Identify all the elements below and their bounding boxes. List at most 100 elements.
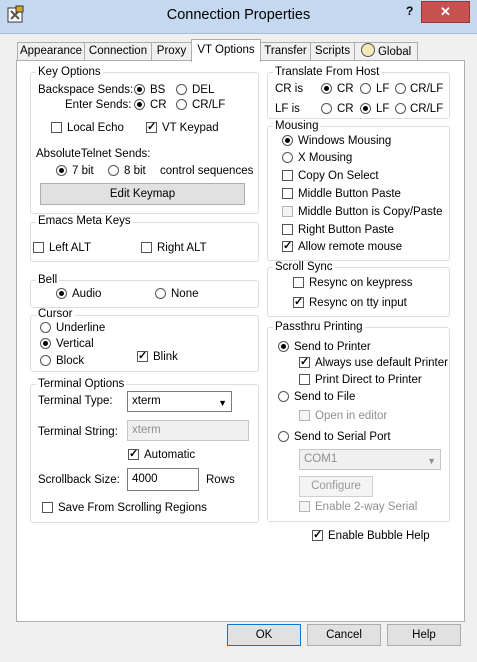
scroll-sync-title: Scroll Sync <box>273 261 335 274</box>
local-echo-label: Local Echo <box>67 122 124 134</box>
cr-is-cr-label: CR <box>337 83 354 95</box>
two-way-serial-checkbox[interactable] <box>299 501 310 512</box>
middle-copy-paste-checkbox[interactable] <box>282 206 293 217</box>
default-printer-checkbox[interactable]: ✓ <box>299 357 310 368</box>
bubble-help-label: Enable Bubble Help <box>328 530 430 542</box>
key-options-title: Key Options <box>36 66 103 79</box>
seven-bit-radio[interactable] <box>56 165 67 176</box>
bell-title: Bell <box>36 274 60 287</box>
x-mousing-radio[interactable] <box>282 152 293 163</box>
send-to-serial-radio[interactable] <box>278 431 289 442</box>
open-in-editor-label: Open in editor <box>315 410 388 422</box>
middle-paste-label: Middle Button Paste <box>298 188 401 200</box>
edit-keymap-button[interactable]: Edit Keymap <box>40 183 245 205</box>
blink-checkbox[interactable]: ✓ <box>137 351 148 362</box>
terminal-options-title: Terminal Options <box>36 378 127 391</box>
tab-vt-options[interactable]: VT Options <box>191 39 261 62</box>
chevron-down-icon: ▼ <box>218 398 227 408</box>
send-to-file-label: Send to File <box>294 391 356 403</box>
cursor-block-radio[interactable] <box>40 355 51 366</box>
lf-is-label: LF is <box>275 103 300 115</box>
tab-transfer[interactable]: Transfer <box>260 42 311 61</box>
cr-is-lf-radio[interactable] <box>360 83 371 94</box>
save-scroll-label: Save From Scrolling Regions <box>58 502 207 514</box>
lf-is-crlf-radio[interactable] <box>395 103 406 114</box>
terminal-type-value: xterm <box>132 395 161 407</box>
cursor-vertical-label: Vertical <box>56 338 94 350</box>
bell-none-radio[interactable] <box>155 288 166 299</box>
resync-tty-checkbox[interactable]: ✓ <box>293 297 304 308</box>
cursor-vertical-radio[interactable] <box>40 338 51 349</box>
cr-is-cr-radio[interactable] <box>321 83 332 94</box>
enter-crlf-radio[interactable] <box>176 99 187 110</box>
print-direct-label: Print Direct to Printer <box>315 374 422 386</box>
help-question-icon[interactable]: ? <box>406 4 413 18</box>
cancel-button[interactable]: Cancel <box>307 624 381 646</box>
cursor-underline-radio[interactable] <box>40 322 51 333</box>
ok-button[interactable]: OK <box>227 624 301 646</box>
terminal-type-select[interactable]: xterm ▼ <box>127 391 232 412</box>
emacs-meta-title: Emacs Meta Keys <box>36 215 133 228</box>
resync-keypress-label: Resync on keypress <box>309 277 413 289</box>
tab-appearance[interactable]: Appearance <box>17 42 85 61</box>
send-to-printer-radio[interactable] <box>278 341 289 352</box>
local-echo-checkbox[interactable] <box>51 122 62 133</box>
scrollback-input[interactable]: 4000 <box>127 468 199 491</box>
right-alt-checkbox[interactable] <box>141 242 152 253</box>
configure-button[interactable]: Configure <box>299 476 373 497</box>
bell-audio-radio[interactable] <box>56 288 67 299</box>
enter-cr-radio[interactable] <box>134 99 145 110</box>
terminal-string-input[interactable]: xterm <box>127 420 249 441</box>
left-alt-checkbox[interactable] <box>33 242 44 253</box>
chevron-down-icon: ▼ <box>427 456 436 466</box>
automatic-checkbox[interactable]: ✓ <box>128 449 139 460</box>
lf-is-cr-radio[interactable] <box>321 103 332 114</box>
backspace-bs-radio[interactable] <box>134 84 145 95</box>
help-button[interactable]: Help <box>387 624 461 646</box>
windows-mousing-radio[interactable] <box>282 135 293 146</box>
backspace-bs-label: BS <box>150 84 166 96</box>
middle-paste-checkbox[interactable] <box>282 188 293 199</box>
two-way-serial-label: Enable 2-way Serial <box>315 501 418 513</box>
cr-is-crlf-radio[interactable] <box>395 83 406 94</box>
cr-is-crlf-label: CR/LF <box>410 83 444 95</box>
x-mousing-label: X Mousing <box>298 152 353 164</box>
lf-is-lf-radio[interactable] <box>360 103 371 114</box>
bubble-help-checkbox[interactable]: ✓ <box>312 530 323 541</box>
bell-none-label: None <box>171 288 199 300</box>
right-paste-checkbox[interactable] <box>282 224 293 235</box>
left-alt-label: Left ALT <box>49 242 91 254</box>
vt-keypad-label: VT Keypad <box>162 122 219 134</box>
eight-bit-radio[interactable] <box>108 165 119 176</box>
scrollback-label: Scrollback Size: <box>38 474 120 486</box>
vt-keypad-checkbox[interactable]: ✓ <box>146 122 157 133</box>
tab-global[interactable]: Global <box>354 42 418 61</box>
resync-keypress-checkbox[interactable] <box>293 277 304 288</box>
lf-is-cr-label: CR <box>337 103 354 115</box>
automatic-label: Automatic <box>144 449 196 461</box>
tab-connection[interactable]: Connection <box>84 42 152 61</box>
cursor-block-label: Block <box>56 355 85 367</box>
middle-copy-paste-label: Middle Button is Copy/Paste <box>298 206 443 218</box>
seven-bit-label: 7 bit <box>72 165 94 177</box>
copy-on-select-checkbox[interactable] <box>282 170 293 181</box>
tab-proxy[interactable]: Proxy <box>151 42 192 61</box>
send-to-file-radio[interactable] <box>278 391 289 402</box>
backspace-del-radio[interactable] <box>176 84 187 95</box>
backspace-del-label: DEL <box>192 84 215 96</box>
enter-crlf-label: CR/LF <box>192 99 226 111</box>
cr-is-label: CR is <box>275 83 304 95</box>
save-scroll-checkbox[interactable] <box>42 502 53 513</box>
terminal-type-label: Terminal Type: <box>38 395 113 407</box>
windows-mousing-label: Windows Mousing <box>298 135 392 147</box>
open-in-editor-checkbox[interactable] <box>299 410 310 421</box>
right-alt-label: Right ALT <box>157 242 207 254</box>
print-direct-checkbox[interactable] <box>299 374 310 385</box>
com-port-select[interactable]: COM1 ▼ <box>299 449 441 470</box>
translate-title: Translate From Host <box>273 66 382 79</box>
allow-remote-mouse-checkbox[interactable]: ✓ <box>282 241 293 252</box>
tab-scripts[interactable]: Scripts <box>310 42 355 61</box>
enter-cr-label: CR <box>150 99 167 111</box>
close-button[interactable]: ✕ <box>421 1 470 23</box>
eight-bit-label: 8 bit <box>124 165 146 177</box>
